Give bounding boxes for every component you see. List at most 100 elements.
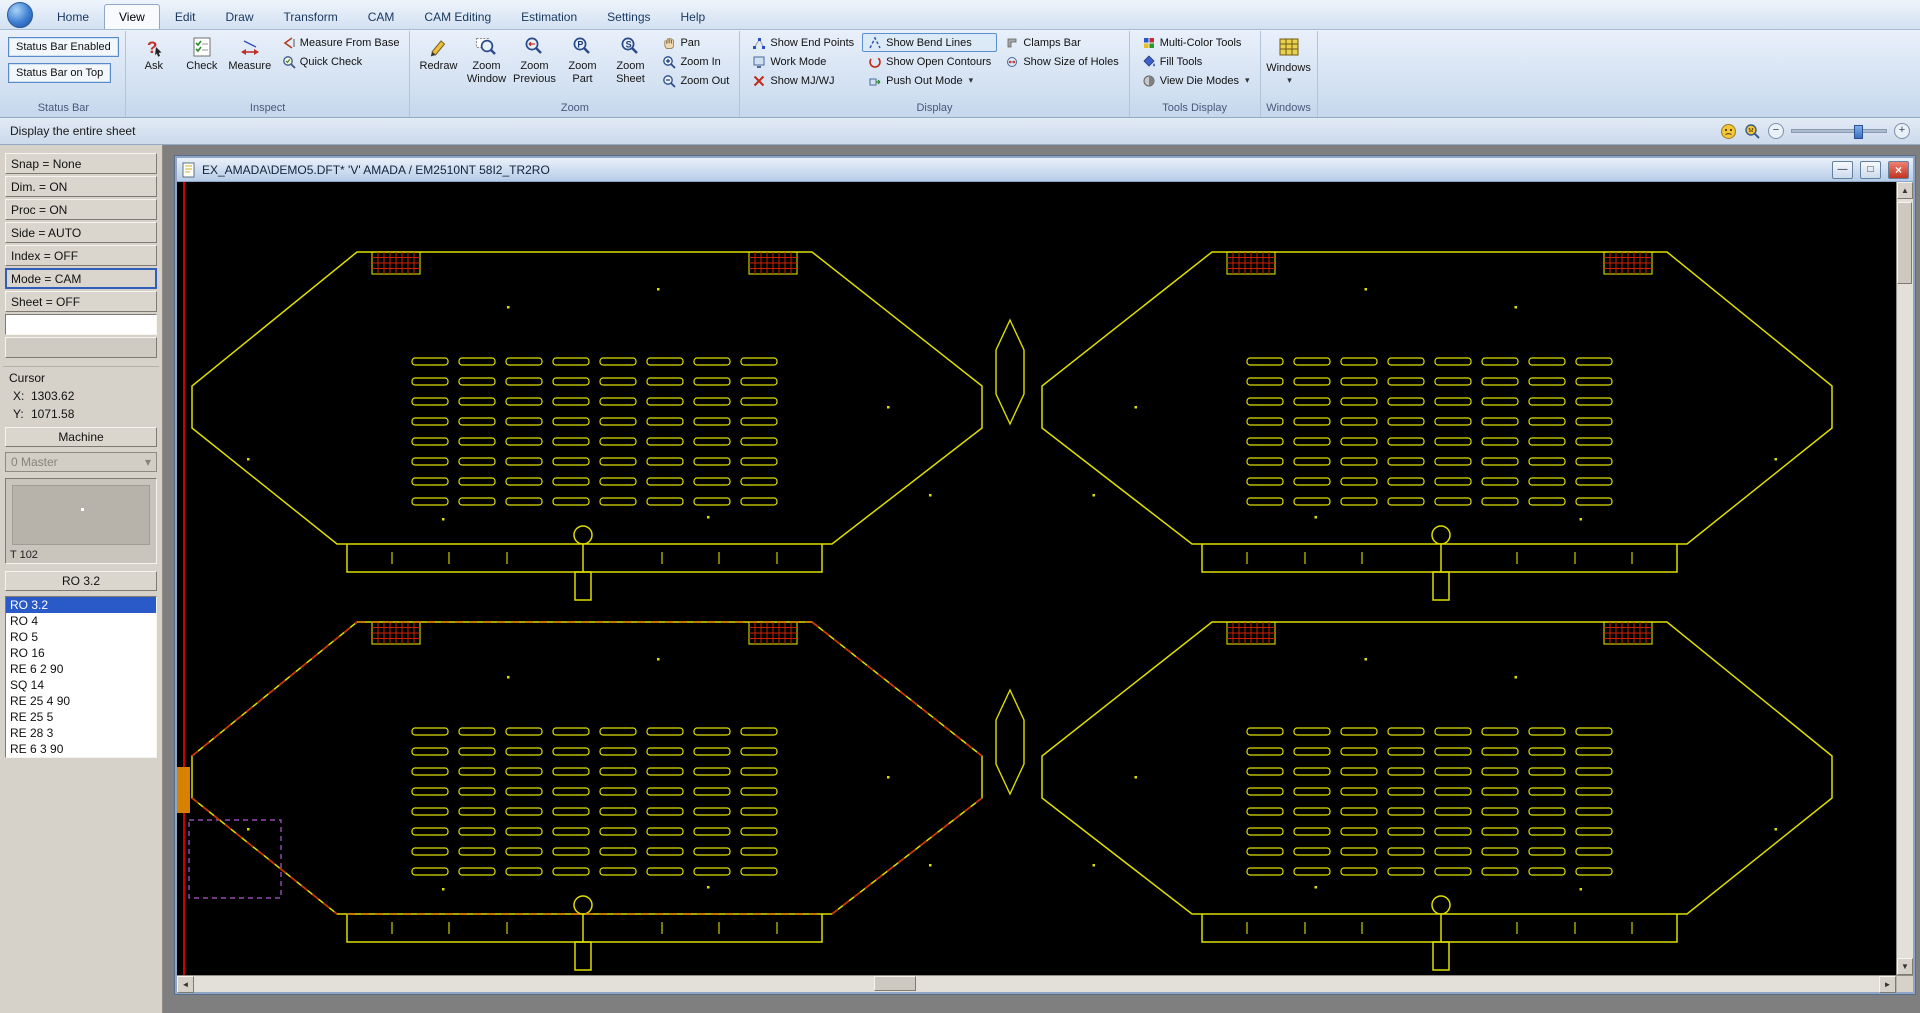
maximize-button[interactable]: □ (1860, 160, 1881, 179)
panel-field[interactable] (5, 337, 157, 358)
redraw-button[interactable]: Redraw (414, 33, 462, 73)
zoom-out-button[interactable]: Zoom Out (656, 71, 735, 90)
status-bar-on-top-toggle[interactable]: Status Bar on Top (8, 63, 112, 83)
sheet-face-icon[interactable] (1720, 123, 1737, 140)
tool-list-item[interactable]: RO 3.2 (6, 597, 156, 613)
ribbon-tab[interactable]: Transform (269, 4, 353, 29)
tool-list-item[interactable]: RO 5 (6, 629, 156, 645)
zoom-out-control[interactable]: − (1768, 123, 1784, 139)
tool-list-item[interactable]: SQ 14 (6, 677, 156, 693)
tool-header-button[interactable]: RO 3.2 (5, 571, 157, 591)
zoom-sheet-icon: S (619, 36, 641, 58)
minimize-button[interactable]: — (1832, 160, 1853, 179)
vertical-scroll-track[interactable] (1897, 199, 1913, 958)
v-scrollbar-thumb[interactable] (1897, 202, 1912, 284)
ribbon-tab[interactable]: CAM Editing (409, 4, 506, 29)
show-bend-lines-button[interactable]: Show Bend Lines (862, 33, 998, 52)
ribbon-group-windows: Windows ▾ Windows (1261, 31, 1318, 117)
zoom-sheet-button[interactable]: S Zoom Sheet (606, 33, 654, 85)
tool-preview: T 102 (5, 478, 157, 564)
scroll-down-icon[interactable]: ▼ (1897, 958, 1913, 975)
measure-button[interactable]: Measure (226, 33, 274, 73)
zoom-slider-thumb[interactable] (1854, 125, 1863, 139)
ribbon-tab[interactable]: Estimation (506, 4, 592, 29)
ask-icon: ? (143, 36, 165, 58)
cad-canvas[interactable] (177, 182, 1896, 975)
cursor-x-label: X: (13, 389, 25, 403)
show-bend-lines-label: Show Bend Lines (886, 36, 972, 49)
ribbon-tab[interactable]: Settings (592, 4, 665, 29)
tool-preview-label: T 102 (10, 549, 38, 561)
scroll-up-icon[interactable]: ▲ (1897, 182, 1913, 199)
panel-field[interactable]: Sheet = OFF (5, 291, 157, 312)
windows-button[interactable]: Windows ▾ (1265, 33, 1313, 86)
panel-field[interactable]: Proc = ON (5, 199, 157, 220)
ribbon-tab[interactable]: Draw (211, 4, 269, 29)
zoom-window-button[interactable]: Zoom Window (462, 33, 510, 85)
status-bar-enabled-toggle[interactable]: Status Bar Enabled (8, 37, 119, 57)
ribbon-tab[interactable]: Home (42, 4, 104, 29)
ribbon-tab[interactable]: Help (666, 4, 721, 29)
panel-field[interactable]: Dim. = ON (5, 176, 157, 197)
panel-field[interactable]: Index = OFF (5, 245, 157, 266)
view-die-modes-button[interactable]: View Die Modes ▾ (1136, 71, 1256, 90)
drawing-window-titlebar[interactable]: EX_AMADA\DEMO5.DFT* 'V' AMADA / EM2510NT… (177, 158, 1913, 182)
ask-button[interactable]: ? Ask (130, 33, 178, 73)
zoom-window-icon (475, 36, 497, 58)
horizontal-scrollbar[interactable]: ◄ ► (177, 976, 1896, 993)
check-button[interactable]: Check (178, 33, 226, 73)
panel-field[interactable] (5, 314, 157, 335)
tool-list-item[interactable]: RE 25 5 (6, 709, 156, 725)
clamps-bar-button[interactable]: Clamps Bar (999, 33, 1124, 52)
cursor-x-value: 1303.62 (31, 389, 75, 403)
quick-check-button[interactable]: Quick Check (276, 52, 406, 71)
vertical-scrollbar[interactable]: ▲ ▼ (1896, 182, 1913, 975)
zoom-previous-button[interactable]: Zoom Previous (510, 33, 558, 85)
tool-list-item[interactable]: RE 25 4 90 (6, 693, 156, 709)
zoom-face-icon[interactable] (1744, 123, 1761, 140)
measure-from-base-button[interactable]: Measure From Base (276, 33, 406, 52)
panel-field[interactable]: Snap = None (5, 153, 157, 174)
ribbon-filler (1318, 31, 1920, 117)
measure-from-base-icon (282, 36, 296, 50)
pan-button[interactable]: Pan (656, 33, 735, 52)
show-size-of-holes-button[interactable]: Show Size of Holes (999, 52, 1124, 71)
horizontal-scroll-track[interactable] (194, 976, 1879, 992)
h-scrollbar-thumb[interactable] (874, 976, 916, 991)
work-mode-button[interactable]: Work Mode (746, 52, 860, 71)
fill-tools-button[interactable]: Fill Tools (1136, 52, 1256, 71)
show-size-of-holes-label: Show Size of Holes (1023, 55, 1119, 68)
cad-drawing (177, 182, 1833, 975)
ribbon: Status Bar Enabled Status Bar on Top Sta… (0, 30, 1920, 118)
zoom-in-control[interactable]: + (1894, 123, 1910, 139)
zoom-in-button[interactable]: Zoom In (656, 52, 735, 71)
scroll-left-icon[interactable]: ◄ (177, 976, 194, 993)
show-end-points-button[interactable]: Show End Points (746, 33, 860, 52)
tool-list-item[interactable]: RO 4 (6, 613, 156, 629)
ribbon-tab[interactable]: View (104, 4, 160, 29)
ribbon-tab[interactable]: Edit (160, 4, 211, 29)
zoom-previous-icon (523, 36, 545, 58)
panel-field[interactable]: Mode = CAM (5, 268, 157, 289)
tool-list-item[interactable]: RE 28 3 (6, 725, 156, 741)
push-out-mode-button[interactable]: Push Out Mode ▾ (862, 71, 997, 90)
tool-list-item[interactable]: RE 6 3 90 (6, 741, 156, 757)
multi-color-tools-button[interactable]: Multi-Color Tools (1136, 33, 1256, 52)
show-end-points-icon (752, 36, 766, 50)
zoom-slider[interactable] (1791, 125, 1887, 139)
redraw-icon (427, 36, 449, 58)
machine-button[interactable]: Machine (5, 427, 157, 447)
panel-field[interactable]: Side = AUTO (5, 222, 157, 243)
scroll-right-icon[interactable]: ► (1879, 976, 1896, 993)
zoom-part-button[interactable]: P Zoom Part (558, 33, 606, 85)
master-select[interactable]: 0 Master ▾ (5, 452, 157, 472)
tool-list-item[interactable]: RO 16 (6, 645, 156, 661)
pan-icon (662, 36, 676, 50)
ribbon-group-tools-display: Multi-Color Tools Fill Tools View Die Mo… (1130, 31, 1261, 117)
ribbon-tab[interactable]: CAM (353, 4, 410, 29)
close-button[interactable]: × (1888, 160, 1909, 179)
show-mj-wj-button[interactable]: Show MJ/WJ (746, 71, 860, 90)
application-menu-button[interactable] (7, 2, 33, 28)
tool-list-item[interactable]: RE 6 2 90 (6, 661, 156, 677)
show-open-contours-button[interactable]: Show Open Contours (862, 52, 997, 71)
